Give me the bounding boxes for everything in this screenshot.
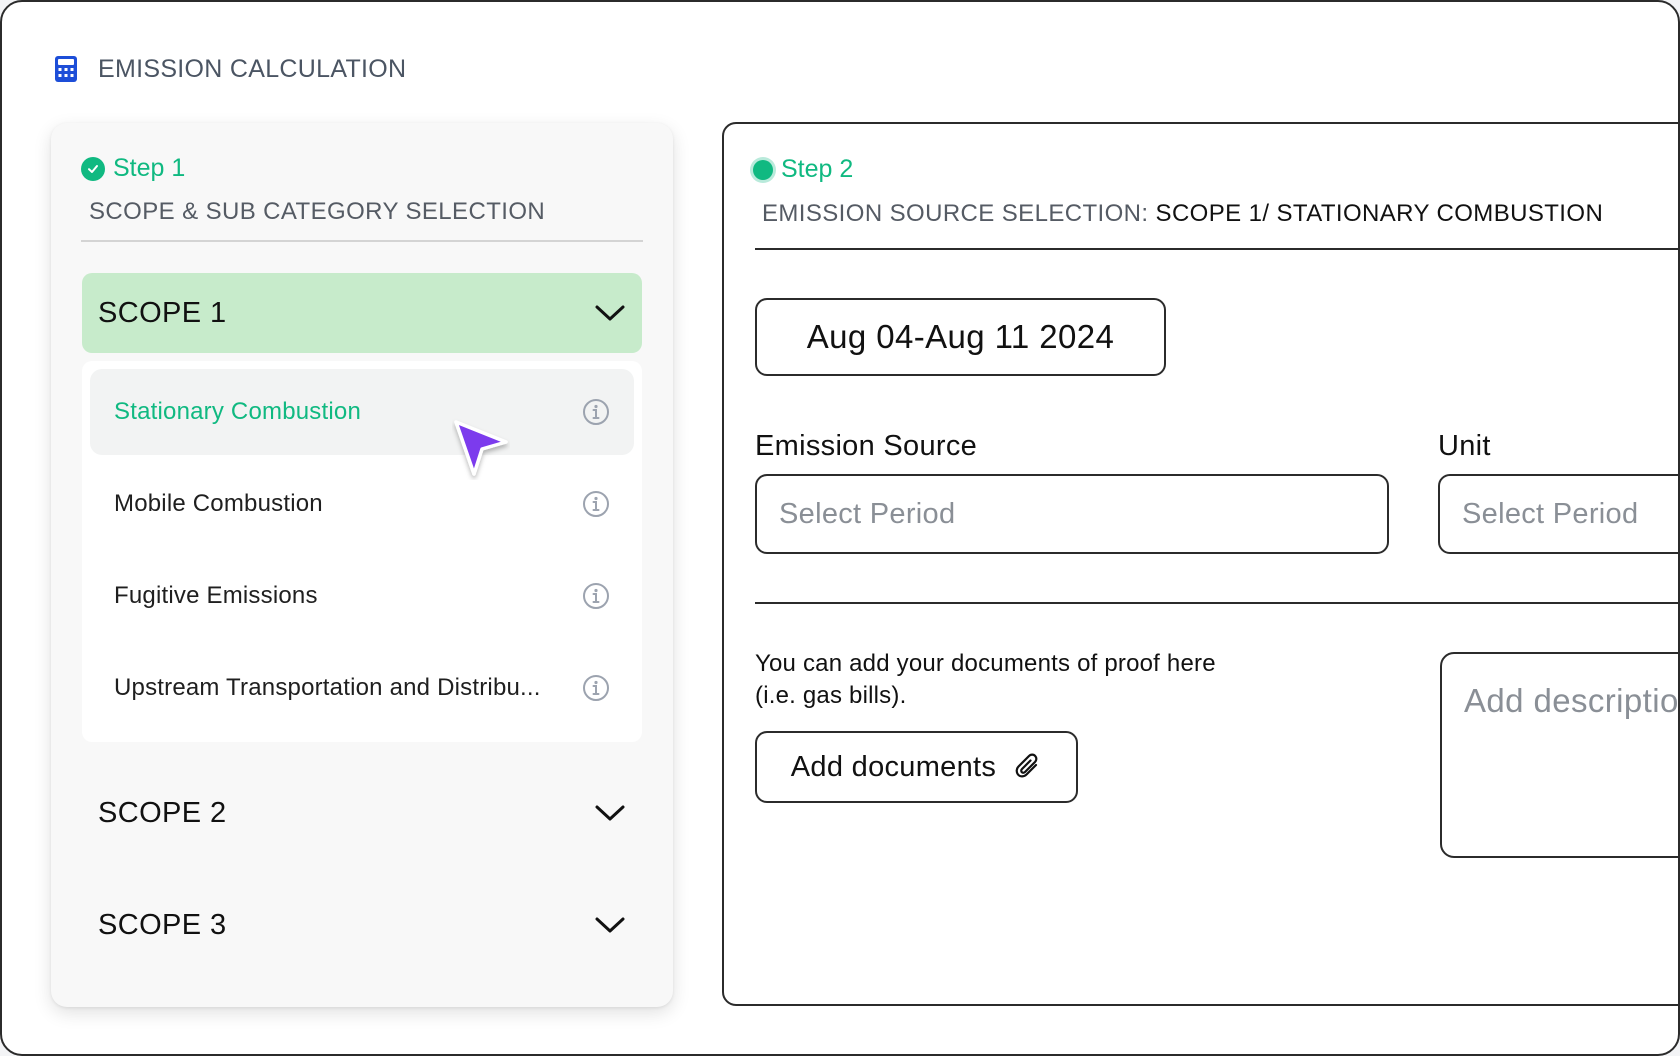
step1-label: Step 1 xyxy=(113,154,186,182)
scope-1-accordion[interactable]: SCOPE 1 xyxy=(82,273,642,353)
date-range-picker[interactable]: Aug 04-Aug 11 2024 xyxy=(755,298,1166,376)
add-documents-button[interactable]: Add documents xyxy=(755,731,1078,803)
subcategory-upstream-transportation[interactable]: Upstream Transportation and Distribu... xyxy=(90,645,634,731)
add-documents-label: Add documents xyxy=(790,750,997,783)
unit-label: Unit xyxy=(1438,430,1491,462)
subcategory-mobile-combustion[interactable]: Mobile Combustion xyxy=(90,461,634,547)
info-icon[interactable] xyxy=(582,490,610,518)
page-header: EMISSION CALCULATION xyxy=(54,52,406,86)
page-title: EMISSION CALCULATION xyxy=(98,54,407,83)
divider xyxy=(81,240,643,242)
subcategory-stationary-combustion[interactable]: Stationary Combustion xyxy=(90,369,634,455)
divider xyxy=(755,248,1678,250)
source-selection-value: SCOPE 1/ STATIONARY COMBUSTION xyxy=(1155,200,1604,227)
info-icon[interactable] xyxy=(582,674,610,702)
subcategory-label: Stationary Combustion xyxy=(114,398,361,425)
unit-select[interactable]: Select Period xyxy=(1438,474,1678,554)
step2-heading: Step 2 xyxy=(753,155,853,184)
calculator-icon xyxy=(55,56,77,82)
step2-label: Step 2 xyxy=(781,155,854,183)
emission-source-selection: EMISSION SOURCE SELECTION: SCOPE 1/ STAT… xyxy=(762,200,1603,228)
subcategory-label: Mobile Combustion xyxy=(114,490,323,517)
paperclip-icon xyxy=(1015,753,1038,778)
emission-source-select[interactable]: Select Period xyxy=(755,474,1389,554)
active-step-dot-icon xyxy=(753,159,773,180)
check-circle-icon xyxy=(81,156,105,181)
documents-hint: You can add your documents of proof here… xyxy=(755,648,1216,712)
description-textarea[interactable]: Add descriptio xyxy=(1440,652,1678,858)
scope-2-label: SCOPE 2 xyxy=(98,796,227,829)
subcategory-label: Upstream Transportation and Distribu... xyxy=(114,674,541,701)
scope-1-subcategory-list: Stationary Combustion Mobile Combustion … xyxy=(82,361,642,742)
info-icon[interactable] xyxy=(582,582,610,610)
source-selection-prefix: EMISSION SOURCE SELECTION: xyxy=(762,200,1156,227)
app-frame: EMISSION CALCULATION Step 1 SCOPE & SUB … xyxy=(0,0,1680,1056)
scope-1-label: SCOPE 1 xyxy=(98,296,227,329)
step1-heading: Step 1 xyxy=(81,154,185,183)
subcategory-label: Fugitive Emissions xyxy=(114,582,318,609)
step1-panel: Step 1 SCOPE & SUB CATEGORY SELECTION SC… xyxy=(51,123,673,1007)
documents-hint-line1: You can add your documents of proof here xyxy=(755,650,1216,677)
documents-hint-line2: (i.e. gas bills). xyxy=(755,682,907,709)
chevron-down-icon xyxy=(595,805,625,821)
subcategory-fugitive-emissions[interactable]: Fugitive Emissions xyxy=(90,553,634,639)
chevron-down-icon xyxy=(595,917,625,933)
divider xyxy=(755,602,1678,604)
scope-3-label: SCOPE 3 xyxy=(98,908,227,941)
scope-3-accordion[interactable]: SCOPE 3 xyxy=(82,885,642,965)
step1-subtitle: SCOPE & SUB CATEGORY SELECTION xyxy=(89,198,546,225)
emission-source-label: Emission Source xyxy=(755,430,978,462)
chevron-down-icon xyxy=(595,305,625,321)
step2-panel: Step 2 EMISSION SOURCE SELECTION: SCOPE … xyxy=(722,122,1678,1006)
scope-2-accordion[interactable]: SCOPE 2 xyxy=(82,773,642,853)
info-icon[interactable] xyxy=(582,398,610,426)
